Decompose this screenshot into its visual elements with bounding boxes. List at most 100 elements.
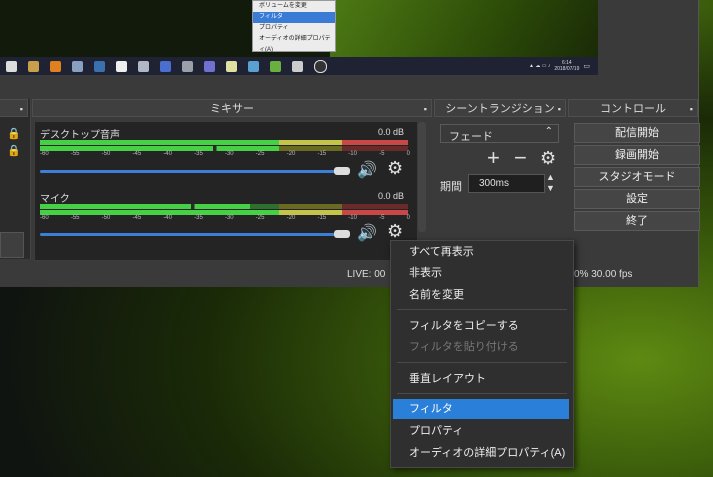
transitions-header: シーントランジション ▪ [434, 99, 566, 117]
gear-icon[interactable]: ⚙ [540, 148, 556, 169]
scale-tick: -20 [286, 215, 296, 221]
system-tray: ▲ ☁ ▭ ♪ 6:14 2018/07/19 ▭ [529, 57, 590, 75]
volume-meter [40, 140, 408, 145]
app-icon[interactable] [94, 60, 105, 72]
mail-icon[interactable] [6, 60, 17, 72]
app-icon[interactable] [292, 60, 303, 72]
menu-item-show-all[interactable]: すべて再表示 [393, 242, 569, 262]
scale-tick: 0 [406, 151, 410, 157]
volume-slider[interactable] [40, 170, 344, 173]
chevron-updown-icon: ⌃ [544, 126, 553, 137]
scale-tick: -10 [348, 215, 357, 221]
menu-item-properties[interactable]: プロパティ [393, 421, 569, 441]
volume-slider[interactable] [40, 233, 344, 236]
gear-icon[interactable]: ⚙ [387, 221, 403, 242]
undock-icon[interactable]: ▪ [690, 100, 693, 118]
preview-menu-item[interactable]: ボリュームを変更 [253, 1, 335, 12]
scale-tick: -25 [255, 215, 265, 221]
lock-icon[interactable]: 🔒 [7, 144, 21, 157]
menu-item-hide[interactable]: 非表示 [393, 263, 569, 283]
app-icon[interactable] [270, 60, 281, 72]
stepper-up-icon[interactable]: ▲ [546, 172, 555, 182]
scale-tick: -25 [255, 151, 265, 157]
menu-item-rename[interactable]: 名前を変更 [393, 285, 569, 305]
undock-icon[interactable]: ▪ [20, 100, 23, 118]
menu-item-vertical-layout[interactable]: 垂直レイアウト [393, 369, 569, 389]
channel-db: 0.0 dB [378, 191, 405, 201]
settings-button[interactable]: 設定 [574, 189, 700, 209]
preview-menu-item[interactable]: フィルタ [253, 12, 335, 23]
scale-tick: -10 [348, 151, 357, 157]
preview-context-menu: ボリュームを変更 フィルタ プロパティ オーディオの詳細プロパティ(A) [252, 0, 336, 53]
app-icon[interactable] [226, 60, 237, 72]
app-icon[interactable] [138, 60, 149, 72]
taskbar: ▲ ☁ ▭ ♪ 6:14 2018/07/19 ▭ [0, 57, 598, 75]
scale-tick: -40 [163, 215, 172, 221]
lock-icon[interactable]: 🔒 [7, 127, 21, 140]
app-icon[interactable] [160, 60, 171, 72]
meter-scale: -60 -55 -50 -45 -40 -35 -30 -25 -20 -15 -10 -5 0 [40, 151, 410, 157]
scale-tick: -5 [379, 215, 385, 221]
preview-menu-item[interactable]: プロパティ [253, 23, 335, 34]
volume-meter [40, 204, 408, 209]
menu-item-advanced-audio[interactable]: オーディオの詳細プロパティ(A) [393, 443, 569, 463]
live-status: LIVE: 00 [347, 269, 386, 280]
meter-scale: -60 -55 -50 -45 -40 -35 -30 -25 -20 -15 -10 -5 0 [40, 215, 410, 221]
scale-tick: -60 [40, 151, 49, 157]
tray-icons[interactable]: ▲ ☁ ▭ ♪ [529, 63, 550, 69]
add-icon[interactable]: + [487, 145, 500, 171]
notification-icon[interactable]: ▭ [583, 62, 590, 70]
menu-item-paste-filters: フィルタを貼り付ける [409, 341, 519, 353]
remove-icon[interactable]: − [514, 145, 527, 171]
scale-tick: -45 [132, 215, 142, 221]
volume-slider-handle[interactable] [334, 167, 350, 175]
volume-slider-handle[interactable] [334, 230, 350, 238]
menu-item-copy-filters[interactable]: フィルタをコピーする [393, 316, 569, 336]
calculator-icon[interactable] [116, 60, 127, 72]
scale-tick: -55 [70, 215, 80, 221]
preview-menu-item[interactable]: オーディオの詳細プロパティ(A) [253, 34, 335, 53]
scale-tick: -35 [194, 151, 203, 157]
start-recording-button[interactable]: 録画開始 [574, 145, 700, 165]
menu-separator [397, 393, 567, 394]
mixer-scrollbar[interactable] [418, 122, 426, 232]
menu-item-filters[interactable]: フィルタ [393, 399, 569, 419]
gear-icon[interactable]: ⚙ [387, 158, 403, 179]
duration-value: 300ms [479, 178, 510, 189]
scale-tick: -30 [224, 151, 234, 157]
exit-button[interactable]: 終了 [574, 211, 700, 231]
scale-tick: -15 [317, 151, 327, 157]
controls-title: コントロール [600, 103, 666, 115]
mixer-context-menu: すべて再表示 非表示 名前を変更 フィルタをコピーする フィルタを貼り付ける 垂… [390, 240, 574, 468]
app-icon[interactable] [204, 60, 215, 72]
preview-area: ボリュームを変更 フィルタ プロパティ オーディオの詳細プロパティ(A) [0, 0, 598, 57]
transition-select[interactable]: フェード ⌃ [440, 124, 559, 143]
scale-tick: -30 [224, 215, 234, 221]
obs-window: ボリュームを変更 フィルタ プロパティ オーディオの詳細プロパティ(A) ▲ ☁… [0, 0, 700, 287]
sources-list-bottom [0, 232, 24, 258]
speaker-icon[interactable]: 🔊 [357, 160, 377, 180]
app-icon[interactable] [72, 60, 83, 72]
scale-tick: -20 [286, 151, 296, 157]
folder-icon[interactable] [28, 60, 39, 72]
controls-header: コントロール ▪ [568, 99, 698, 117]
preview-image [330, 0, 598, 57]
duration-input[interactable]: 300ms [468, 174, 545, 193]
scale-tick: -5 [379, 151, 385, 157]
clock[interactable]: 6:14 2018/07/19 [554, 60, 579, 72]
obs-icon[interactable] [314, 59, 327, 73]
undock-icon[interactable]: ▪ [424, 100, 427, 118]
mixer-header: ミキサー ▪ [32, 99, 432, 117]
clock-date: 2018/07/19 [554, 66, 580, 72]
stepper-down-icon[interactable]: ▼ [546, 183, 555, 193]
studio-mode-button[interactable]: スタジオモード [574, 167, 700, 187]
app-icon[interactable] [182, 60, 193, 72]
fps-status: 0% 30.00 fps [574, 269, 633, 280]
start-streaming-button[interactable]: 配信開始 [574, 123, 700, 143]
undock-icon[interactable]: ▪ [558, 100, 561, 118]
mixer-title: ミキサー [210, 103, 254, 115]
scale-tick: -40 [163, 151, 172, 157]
app-icon[interactable] [248, 60, 259, 72]
vlc-icon[interactable] [50, 60, 61, 72]
speaker-icon[interactable]: 🔊 [357, 223, 377, 243]
